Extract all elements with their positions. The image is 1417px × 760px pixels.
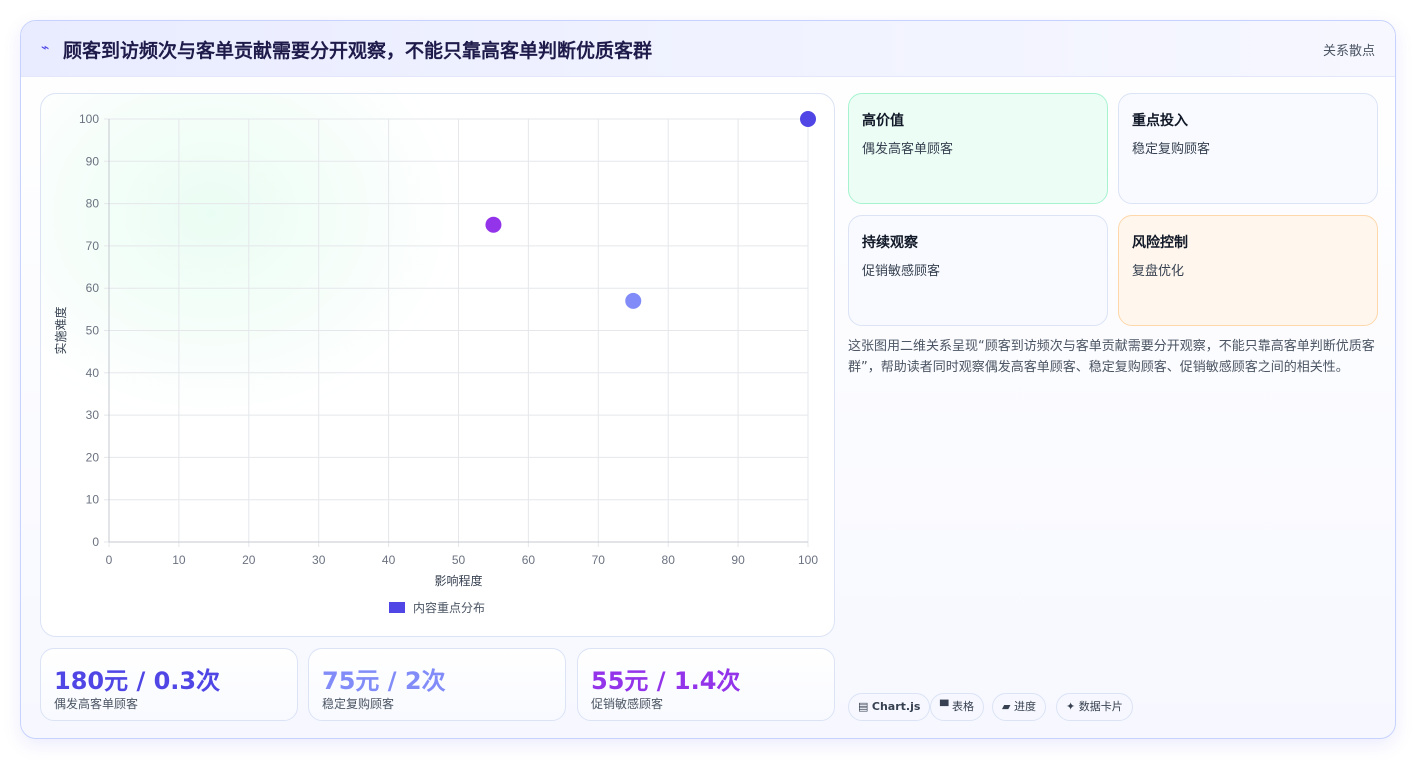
quadrant-title: 持续观察 [862, 235, 918, 251]
chip-data-card[interactable]: ✦ 数据卡片 [1056, 693, 1133, 721]
y-tick-label: 10 [86, 493, 100, 507]
quadrant-title: 风险控制 [1132, 235, 1188, 251]
stat-value: 180元 / 0.3次 [54, 667, 221, 695]
stat-value: 55元 / 1.4次 [591, 667, 741, 695]
stat-card-repeat: 75元 / 2次 稳定复购顾客 [308, 648, 566, 721]
x-tick-label: 90 [731, 553, 745, 567]
scatter-point [485, 216, 502, 233]
stat-label: 稳定复购顾客 [322, 697, 395, 711]
chip-progress[interactable]: ▰ 进度 [992, 693, 1046, 721]
quadrant-observe: 持续观察 促销敏感顾客 [848, 215, 1108, 326]
legend-label: 内容重点分布 [413, 600, 485, 615]
y-tick-label: 30 [86, 408, 100, 422]
chip-label: Chart.js [871, 700, 921, 713]
page-title: 顾客到访频次与客单贡献需要分开观察，不能只靠高客单判断优质客群 [63, 40, 653, 62]
scatter-chart: 0 10 20 30 40 50 60 70 80 90 100 0 10 20 30 40 50 60 70 80 9… [53, 111, 818, 615]
x-tick-label: 70 [592, 553, 606, 567]
y-tick-label: 40 [86, 366, 100, 380]
quadrant-high-value: 高价值 偶发高客单顾客 [848, 93, 1108, 204]
quadrant-risk-control: 风险控制 复盘优化 [1118, 215, 1378, 326]
y-tick-label: 100 [79, 112, 99, 126]
x-tick-label: 20 [242, 553, 256, 567]
y-axis-title: 实施难度 [53, 306, 68, 354]
legend-swatch [389, 602, 405, 613]
table-icon: ▀ [940, 700, 949, 713]
quadrant-desc: 偶发高客单顾客 [862, 142, 954, 157]
stat-value: 75元 / 2次 [322, 667, 446, 695]
scatter-chart-panel: 0 10 20 30 40 50 60 70 80 90 100 0 10 20 30 40 50 60 70 80 9… [40, 93, 835, 637]
chip-label: 表格 [951, 700, 974, 713]
chip-label: 数据卡片 [1078, 700, 1123, 713]
chart-description: 这张图用二维关系呈现“顾客到访频次与客单贡献需要分开观察，不能只靠高客单判断优质… [848, 339, 1375, 375]
y-tick-label: 80 [86, 197, 100, 211]
stat-card-occasional: 180元 / 0.3次 偶发高客单顾客 [40, 648, 298, 721]
y-tick-label: 70 [86, 239, 100, 253]
sparkle-icon: ✦ [1066, 700, 1076, 713]
chip-label: 进度 [1013, 700, 1036, 713]
x-tick-label: 60 [522, 553, 536, 567]
x-tick-label: 0 [106, 553, 113, 567]
progress-icon: ▰ [1002, 700, 1011, 713]
stat-label: 偶发高客单顾客 [54, 697, 139, 711]
stat-label: 促销敏感顾客 [591, 697, 664, 711]
x-tick-label: 10 [172, 553, 186, 567]
y-tick-label: 20 [86, 450, 100, 464]
x-tick-label: 100 [798, 553, 818, 567]
quadrant-desc: 复盘优化 [1132, 264, 1185, 279]
y-tick-label: 60 [86, 281, 100, 295]
x-tick-label: 50 [452, 553, 466, 567]
quadrant-key-investment: 重点投入 稳定复购顾客 [1118, 93, 1378, 204]
quadrant-title: 高价值 [862, 113, 904, 129]
stat-card-promo: 55元 / 1.4次 促销敏感顾客 [577, 648, 835, 721]
x-tick-label: 40 [382, 553, 396, 567]
lightning-icon: ⌁ [41, 40, 50, 56]
y-tick-label: 0 [92, 535, 99, 549]
x-tick-label: 30 [312, 553, 326, 567]
y-tick-label: 50 [86, 324, 100, 338]
chip-table[interactable]: ▀ 表格 [930, 693, 984, 721]
x-tick-label: 80 [662, 553, 676, 567]
quadrant-desc: 稳定复购顾客 [1132, 142, 1211, 157]
insight-card: ⌁ 顾客到访频次与客单贡献需要分开观察，不能只靠高客单判断优质客群 关系散点 0… [20, 20, 1396, 739]
chart-icon: ▤ [858, 700, 869, 713]
chip-chartjs[interactable]: ▤ Chart.js [848, 693, 931, 721]
scatter-point [625, 292, 642, 309]
quadrant-title: 重点投入 [1132, 113, 1188, 129]
quadrant-desc: 促销敏感顾客 [862, 264, 941, 279]
x-axis-title: 影响程度 [434, 573, 482, 588]
card-header: ⌁ 顾客到访频次与客单贡献需要分开观察，不能只靠高客单判断优质客群 关系散点 [21, 21, 1395, 77]
chart-type-tag: 关系散点 [1322, 44, 1375, 59]
scatter-point [800, 111, 816, 127]
y-tick-label: 90 [86, 154, 100, 168]
